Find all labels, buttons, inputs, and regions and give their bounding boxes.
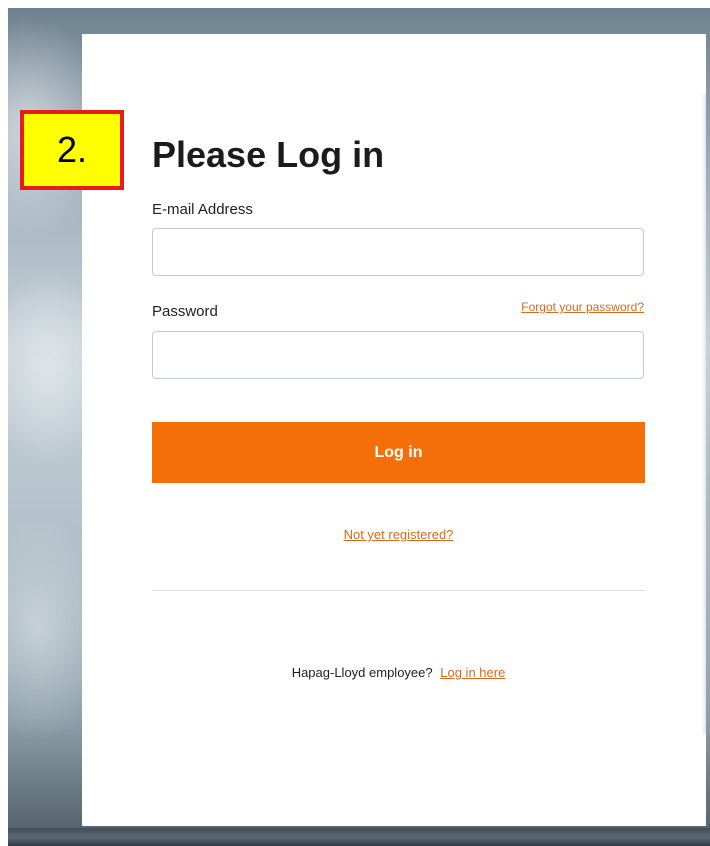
page-title: Please Log in [152,134,385,175]
forgot-password-link[interactable]: Forgot your password? [521,300,644,314]
employee-login-row: Hapag-Lloyd employee? Log in here [152,665,645,680]
email-field[interactable] [152,228,644,276]
card-edge-shadow [701,94,706,734]
not-yet-registered-link[interactable]: Not yet registered? [344,527,454,542]
step-annotation-badge: 2. [20,110,124,190]
background-bottom-strip [8,828,710,846]
employee-prompt: Hapag-Lloyd employee? [291,665,433,680]
divider [152,590,645,591]
step-annotation-label: 2. [56,129,88,170]
employee-login-link[interactable]: Log in here [440,665,505,680]
login-button[interactable]: Log in [152,422,645,483]
password-field[interactable] [152,331,644,379]
password-label: Password [152,303,218,320]
register-link-row: Not yet registered? [152,527,645,542]
email-label: E-mail Address [152,201,253,218]
